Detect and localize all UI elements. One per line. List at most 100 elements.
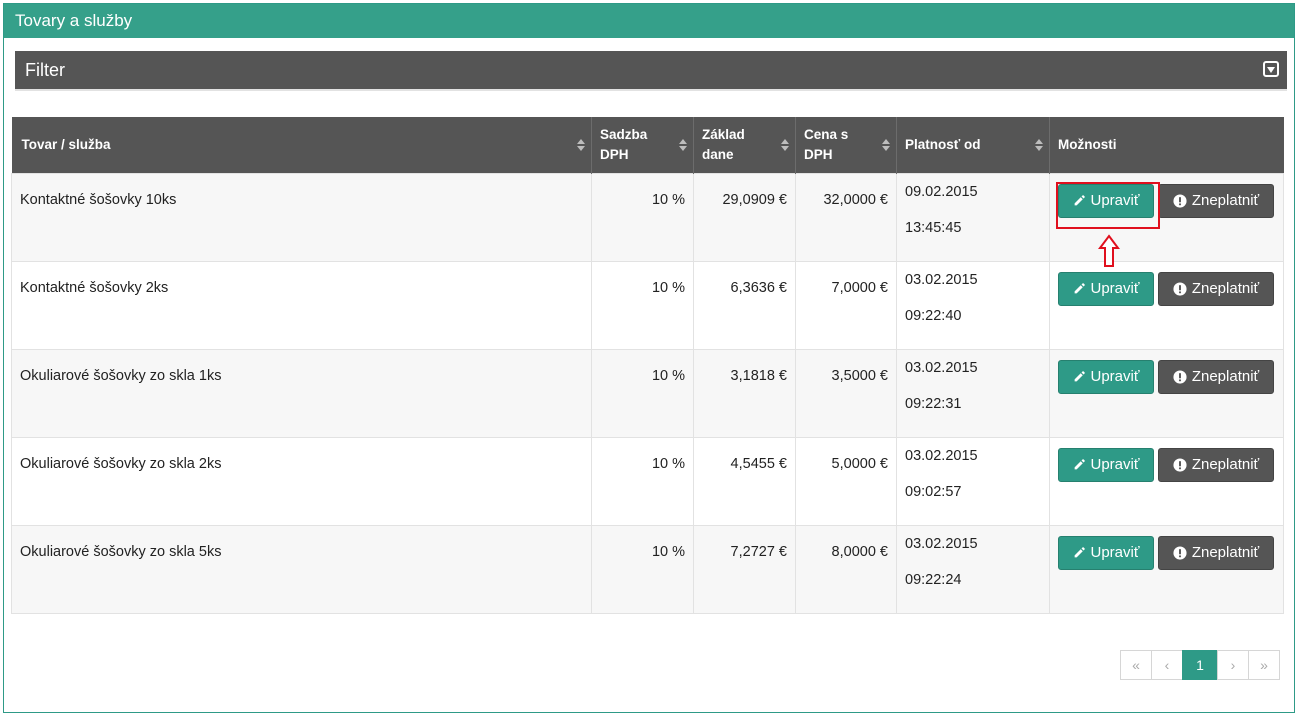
valid-from-time: 13:45:45 <box>905 219 962 236</box>
pagination: « ‹ 1 › » <box>1120 650 1280 680</box>
cell-product-name: Kontaktné šošovky 10ks <box>11 172 592 262</box>
edit-button[interactable]: Upraviť <box>1058 271 1154 306</box>
pagination-first[interactable]: « <box>1120 650 1152 680</box>
invalidate-button[interactable]: Zneplatniť <box>1158 183 1274 218</box>
exclamation-circle-icon <box>1173 457 1187 472</box>
column-header-valid-from[interactable]: Platnosť od <box>896 117 1050 173</box>
exclamation-circle-icon <box>1173 193 1187 208</box>
cell-tax-base: 4,5455 € <box>693 436 796 526</box>
cell-tax-base: 29,0909 € <box>693 172 796 262</box>
valid-from-date: 03.02.2015 <box>905 359 978 376</box>
cell-product-name: Okuliarové šošovky zo skla 1ks <box>11 348 592 438</box>
cell-price-with-vat: 5,0000 € <box>795 436 897 526</box>
valid-from-date: 03.02.2015 <box>905 535 978 552</box>
cell-price-with-vat: 32,0000 € <box>795 172 897 262</box>
invalidate-button[interactable]: Zneplatniť <box>1158 447 1274 482</box>
cell-price-with-vat: 3,5000 € <box>795 348 897 438</box>
cell-vat-rate: 10 % <box>591 260 694 350</box>
invalidate-button[interactable]: Zneplatniť <box>1158 359 1274 394</box>
exclamation-circle-icon <box>1173 545 1187 560</box>
cell-options: Upraviť Zneplatniť <box>1049 348 1284 438</box>
cell-valid-from: 09.02.2015 13:45:45 <box>896 172 1050 262</box>
column-header-label: Platnosť od <box>905 136 981 152</box>
pagination-prev[interactable]: ‹ <box>1151 650 1183 680</box>
cell-price-with-vat: 7,0000 € <box>795 260 897 350</box>
table-row: Okuliarové šošovky zo skla 2ks 10 % 4,5455… <box>11 436 1284 526</box>
valid-from-date: 09.02.2015 <box>905 183 978 200</box>
cell-vat-rate: 10 % <box>591 172 694 262</box>
pagination-current-page[interactable]: 1 <box>1182 650 1218 680</box>
exclamation-circle-icon <box>1173 369 1187 384</box>
sort-icon[interactable] <box>679 138 687 151</box>
cell-vat-rate: 10 % <box>591 348 694 438</box>
invalidate-button-label: Zneplatniť <box>1191 192 1260 209</box>
pencil-icon <box>1073 546 1086 559</box>
valid-from-time: 09:22:24 <box>905 571 962 588</box>
filter-label: Filter <box>25 60 65 80</box>
column-header-tax-base[interactable]: Základ dane <box>693 117 796 173</box>
arrow-up-outline-icon <box>1098 234 1120 267</box>
valid-from-date: 03.02.2015 <box>905 271 978 288</box>
valid-from-date: 03.02.2015 <box>905 447 978 464</box>
edit-button-label: Upraviť <box>1090 368 1140 385</box>
valid-from-time: 09:22:31 <box>905 395 962 412</box>
column-header-product[interactable]: Tovar / služba <box>11 117 592 173</box>
cell-options: Upraviť Zneplatniť <box>1049 436 1284 526</box>
cell-vat-rate: 10 % <box>591 524 694 614</box>
cell-valid-from: 03.02.2015 09:22:31 <box>896 348 1050 438</box>
column-header-label: Základ <box>702 126 745 142</box>
cell-tax-base: 6,3636 € <box>693 260 796 350</box>
sort-icon[interactable] <box>1035 138 1043 151</box>
pencil-icon <box>1073 458 1086 471</box>
invalidate-button-label: Zneplatniť <box>1191 368 1260 385</box>
cell-options: Upraviť Zneplatniť <box>1049 524 1284 614</box>
table-header-row: Tovar / služba Sadzba DPH Základ dane Ce… <box>11 117 1284 173</box>
pencil-icon <box>1073 370 1086 383</box>
valid-from-time: 09:02:57 <box>905 483 962 500</box>
table-row: Okuliarové šošovky zo skla 5ks 10 % 7,2727… <box>11 524 1284 614</box>
invalidate-button[interactable]: Zneplatniť <box>1158 271 1274 306</box>
cell-price-with-vat: 8,0000 € <box>795 524 897 614</box>
column-header-vat-rate[interactable]: Sadzba DPH <box>591 117 694 173</box>
edit-button-label: Upraviť <box>1090 280 1140 297</box>
pagination-last[interactable]: » <box>1248 650 1280 680</box>
edit-button[interactable]: Upraviť <box>1058 447 1154 482</box>
sort-icon[interactable] <box>882 138 890 151</box>
column-header-label: Cena s <box>804 126 849 142</box>
column-header-label: DPH <box>804 146 833 162</box>
cell-tax-base: 3,1818 € <box>693 348 796 438</box>
cell-tax-base: 7,2727 € <box>693 524 796 614</box>
panel-title: Tovary a služby <box>4 4 1294 38</box>
table-row: Okuliarové šošovky zo skla 1ks 10 % 3,1818… <box>11 348 1284 438</box>
edit-button-label: Upraviť <box>1090 544 1140 561</box>
sort-icon[interactable] <box>577 138 585 151</box>
filter-bar[interactable]: Filter <box>15 51 1287 91</box>
cell-valid-from: 03.02.2015 09:22:24 <box>896 524 1050 614</box>
invalidate-button-label: Zneplatniť <box>1191 280 1260 297</box>
invalidate-button[interactable]: Zneplatniť <box>1158 535 1274 570</box>
cell-valid-from: 03.02.2015 09:22:40 <box>896 260 1050 350</box>
valid-from-time: 09:22:40 <box>905 307 962 324</box>
column-header-price-with-vat[interactable]: Cena s DPH <box>795 117 897 173</box>
invalidate-button-label: Zneplatniť <box>1191 456 1260 473</box>
column-header-label: Tovar / služba <box>21 136 111 152</box>
pencil-icon <box>1073 282 1086 295</box>
sort-icon[interactable] <box>781 138 789 151</box>
column-header-label: Možnosti <box>1058 136 1117 152</box>
column-header-label: DPH <box>600 146 629 162</box>
cell-product-name: Okuliarové šošovky zo skla 5ks <box>11 524 592 614</box>
column-header-label: Sadzba <box>600 126 648 142</box>
edit-button[interactable]: Upraviť <box>1058 535 1154 570</box>
annotation-highlight-box <box>1056 182 1160 229</box>
edit-button-label: Upraviť <box>1090 456 1140 473</box>
table-row: Kontaktné šošovky 2ks 10 % 6,3636 €7,0000 … <box>11 260 1284 350</box>
cell-valid-from: 03.02.2015 09:02:57 <box>896 436 1050 526</box>
invalidate-button-label: Zneplatniť <box>1191 544 1260 561</box>
caret-down-square-icon[interactable] <box>1263 61 1279 77</box>
column-header-label: dane <box>702 146 734 162</box>
exclamation-circle-icon <box>1173 281 1187 296</box>
cell-product-name: Okuliarové šošovky zo skla 2ks <box>11 436 592 526</box>
pagination-next[interactable]: › <box>1217 650 1249 680</box>
cell-options: Upraviť Zneplatniť <box>1049 260 1284 350</box>
edit-button[interactable]: Upraviť <box>1058 359 1154 394</box>
